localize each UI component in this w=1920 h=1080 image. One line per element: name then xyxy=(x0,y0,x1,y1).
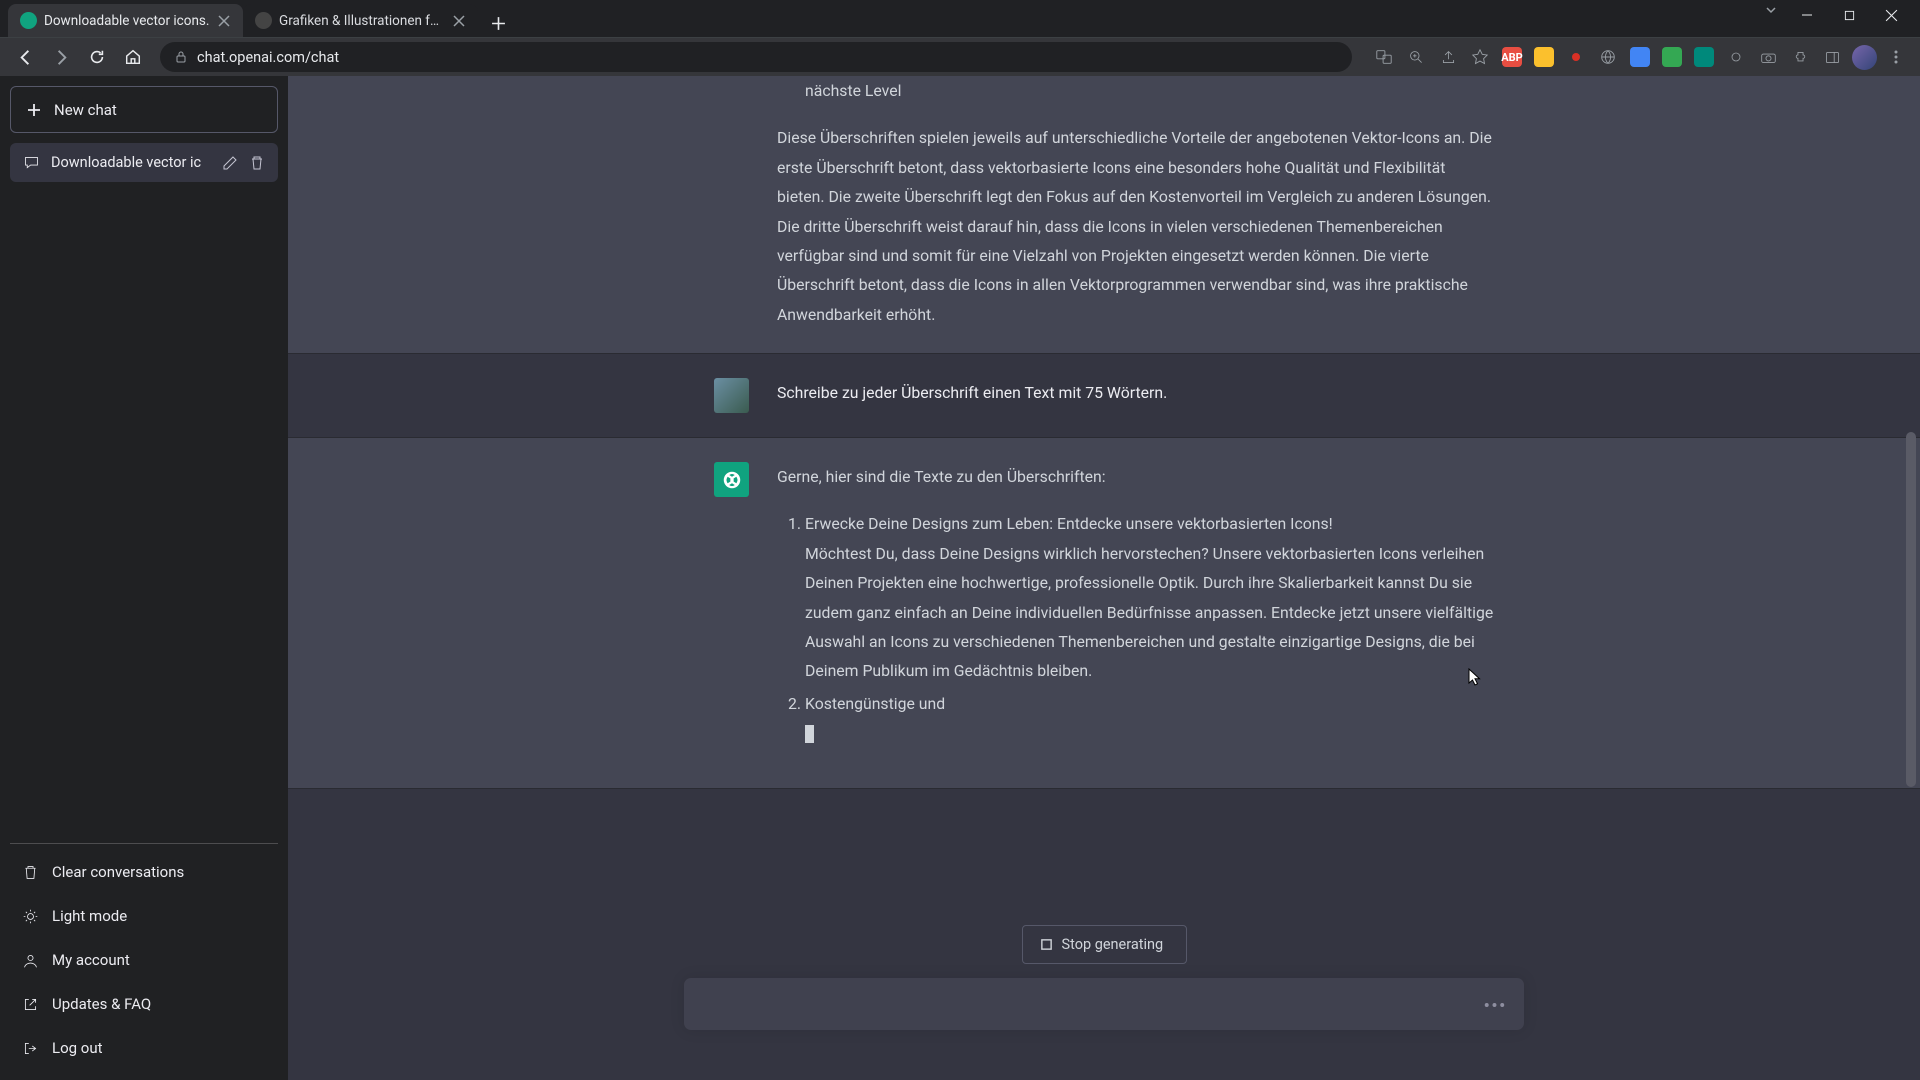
assistant-text: Gerne, hier sind die Texte zu den Übersc… xyxy=(777,462,1494,750)
profile-avatar[interactable] xyxy=(1850,43,1878,71)
forward-button[interactable] xyxy=(46,42,76,72)
main-content: nächste Level Diese Überschriften spiele… xyxy=(288,76,1920,1080)
close-icon[interactable] xyxy=(217,14,231,28)
extension-teal[interactable] xyxy=(1690,43,1718,71)
trash-icon xyxy=(22,864,39,881)
composer-more-icon[interactable]: ••• xyxy=(1484,996,1507,1016)
back-button[interactable] xyxy=(10,42,40,72)
sidebar-light-mode[interactable]: Light mode xyxy=(10,894,278,938)
favicon-generic xyxy=(255,12,272,29)
user-icon xyxy=(22,952,39,969)
vertical-scrollbar[interactable] xyxy=(1904,76,1918,1080)
sidebar-footer: Clear conversations Light mode My accoun… xyxy=(10,843,278,1070)
sidebar-chat-item[interactable]: Downloadable vector ic xyxy=(10,143,278,182)
assistant-message: nächste Level Diese Überschriften spiele… xyxy=(288,76,1920,354)
maximize-button[interactable] xyxy=(1828,0,1870,30)
chat-item-title: Downloadable vector ic xyxy=(51,154,211,171)
sidebar-clear-conversations[interactable]: Clear conversations xyxy=(10,850,278,894)
chat-icon xyxy=(23,154,40,171)
user-message: Schreibe zu jeder Überschrift einen Text… xyxy=(288,354,1920,438)
close-window-button[interactable] xyxy=(1870,0,1912,30)
translate-icon[interactable] xyxy=(1370,43,1398,71)
extension-camera[interactable] xyxy=(1754,43,1782,71)
user-avatar xyxy=(714,378,749,413)
tab-title: Grafiken & Illustrationen für Vek xyxy=(279,13,445,29)
message-composer: ••• xyxy=(684,978,1524,1034)
new-chat-button[interactable]: New chat xyxy=(10,86,278,133)
share-icon[interactable] xyxy=(1434,43,1462,71)
assistant-avatar xyxy=(714,462,749,497)
stop-icon xyxy=(1040,938,1053,951)
user-text: Schreibe zu jeder Überschrift einen Text… xyxy=(777,378,1494,413)
lock-icon xyxy=(174,50,188,64)
logout-icon xyxy=(22,1040,39,1057)
close-icon[interactable] xyxy=(452,14,466,28)
new-tab-button[interactable] xyxy=(484,9,512,37)
url-text: chat.openai.com/chat xyxy=(197,49,339,66)
browser-tab-inactive[interactable]: Grafiken & Illustrationen für Vek xyxy=(243,4,478,37)
extension-globe[interactable] xyxy=(1594,43,1622,71)
stop-generating-button[interactable]: Stop generating xyxy=(1022,925,1187,964)
favicon-chatgpt xyxy=(20,12,37,29)
home-button[interactable] xyxy=(118,42,148,72)
zoom-icon[interactable] xyxy=(1402,43,1430,71)
toolbar-extensions: ABP xyxy=(1370,43,1910,71)
streaming-cursor xyxy=(805,725,814,743)
tab-title: Downloadable vector icons. xyxy=(44,13,210,29)
extension-green[interactable] xyxy=(1658,43,1686,71)
extension-abp[interactable]: ABP xyxy=(1498,43,1526,71)
external-link-icon xyxy=(22,996,39,1013)
plus-icon xyxy=(26,102,42,118)
openai-logo-icon xyxy=(721,469,743,491)
browser-tab-active[interactable]: Downloadable vector icons. xyxy=(8,4,243,37)
window-controls xyxy=(1756,0,1912,35)
composer-area: Stop generating ••• xyxy=(288,901,1920,1080)
assistant-text: nächste Level Diese Überschriften spiele… xyxy=(777,76,1494,329)
sidebar-logout[interactable]: Log out xyxy=(10,1026,278,1070)
extension-blue[interactable] xyxy=(1626,43,1654,71)
chatgpt-app: New chat Downloadable vector ic Clear co… xyxy=(0,76,1920,1080)
star-icon[interactable] xyxy=(1466,43,1494,71)
chevron-down-icon[interactable] xyxy=(1756,0,1786,30)
mouse-cursor xyxy=(1468,668,1482,688)
address-bar: chat.openai.com/chat ABP xyxy=(0,37,1920,76)
sidebar: New chat Downloadable vector ic Clear co… xyxy=(0,76,288,1080)
side-panel-icon[interactable] xyxy=(1818,43,1846,71)
tab-strip: Downloadable vector icons. Grafiken & Il… xyxy=(0,0,1920,37)
assistant-message-streaming: Gerne, hier sind die Texte zu den Übersc… xyxy=(288,438,1920,789)
sun-icon xyxy=(22,908,39,925)
extension-red[interactable] xyxy=(1562,43,1590,71)
sidebar-my-account[interactable]: My account xyxy=(10,938,278,982)
scrollbar-thumb[interactable] xyxy=(1906,432,1916,787)
new-chat-label: New chat xyxy=(54,101,117,119)
extensions-puzzle-icon[interactable] xyxy=(1786,43,1814,71)
minimize-button[interactable] xyxy=(1786,0,1828,30)
sidebar-updates-faq[interactable]: Updates & FAQ xyxy=(10,982,278,1026)
message-input[interactable] xyxy=(684,978,1524,1030)
extension-yellow[interactable] xyxy=(1530,43,1558,71)
browser-menu-icon[interactable] xyxy=(1882,43,1910,71)
url-input[interactable]: chat.openai.com/chat xyxy=(160,42,1352,72)
reload-button[interactable] xyxy=(82,42,112,72)
edit-icon[interactable] xyxy=(222,155,238,171)
browser-chrome: Downloadable vector icons. Grafiken & Il… xyxy=(0,0,1920,76)
extension-pin[interactable] xyxy=(1722,43,1750,71)
trash-icon[interactable] xyxy=(249,155,265,171)
